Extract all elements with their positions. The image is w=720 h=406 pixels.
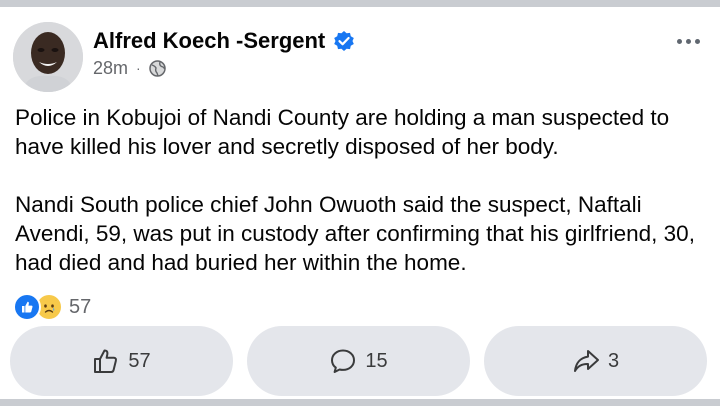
reactions-summary[interactable]: 57 <box>13 292 91 322</box>
like-button[interactable]: 57 <box>10 326 233 396</box>
share-arrow-icon <box>573 350 599 372</box>
comment-button[interactable]: 15 <box>247 326 470 396</box>
meta-separator: · <box>136 60 141 76</box>
comment-icon <box>331 349 356 373</box>
post-body: Police in Kobujoi of Nandi County are ho… <box>15 103 710 306</box>
share-button[interactable]: 3 <box>484 326 707 396</box>
post-paragraph-2: Nandi South police chief John Owuoth sai… <box>15 192 695 275</box>
avatar[interactable] <box>13 22 83 92</box>
reactions-count: 57 <box>69 295 92 318</box>
author-name[interactable]: Alfred Koech -Sergent <box>93 28 325 54</box>
post-paragraph-1: Police in Kobujoi of Nandi County are ho… <box>15 105 670 159</box>
like-count: 57 <box>128 349 151 372</box>
post-card: Alfred Koech -Sergent 28m · Police in Ko… <box>0 7 720 399</box>
verified-badge-icon <box>333 30 355 52</box>
post-timestamp[interactable]: 28m <box>93 58 128 79</box>
like-reaction-icon <box>13 293 41 321</box>
comment-count: 15 <box>365 349 388 372</box>
globe-icon[interactable] <box>148 59 166 77</box>
more-options-icon[interactable] <box>677 39 700 44</box>
share-count: 3 <box>607 349 620 372</box>
thumbs-up-icon <box>94 349 118 373</box>
